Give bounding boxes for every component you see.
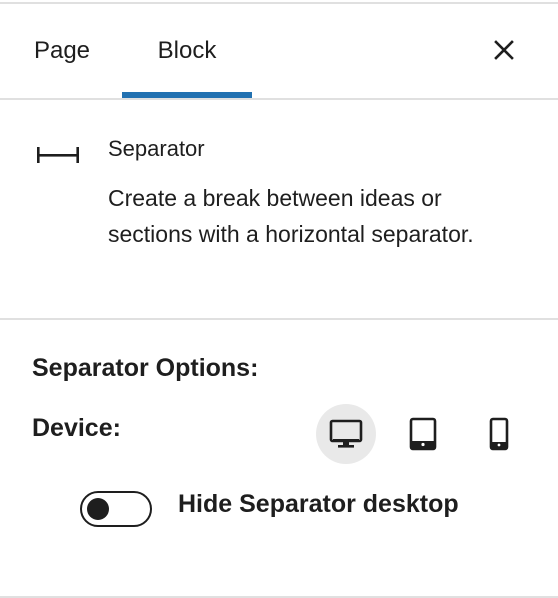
close-button[interactable] — [484, 30, 524, 70]
toggle-label: Hide Separator desktop — [178, 490, 459, 518]
device-tablet-button[interactable] — [393, 404, 453, 464]
close-icon — [494, 40, 514, 60]
desktop-icon — [329, 419, 363, 448]
toggle-knob — [87, 498, 109, 520]
device-mobile-button[interactable] — [469, 404, 529, 464]
device-label: Device: — [32, 414, 121, 442]
separator-icon — [37, 147, 79, 163]
tab-block[interactable]: Block — [122, 4, 252, 98]
block-description: Create a break between ideas or sections… — [108, 185, 474, 247]
tabs-divider — [0, 98, 558, 100]
tab-page[interactable]: Page — [26, 4, 98, 98]
block-info-divider — [0, 318, 558, 320]
mobile-icon — [489, 417, 509, 451]
hide-separator-toggle[interactable] — [80, 491, 152, 527]
options-title: Separator Options: — [32, 354, 259, 382]
tablet-icon — [409, 417, 437, 451]
device-desktop-button[interactable] — [316, 404, 376, 464]
block-title: Separator — [108, 136, 205, 161]
sidebar-tabs: Page Block — [0, 4, 558, 98]
